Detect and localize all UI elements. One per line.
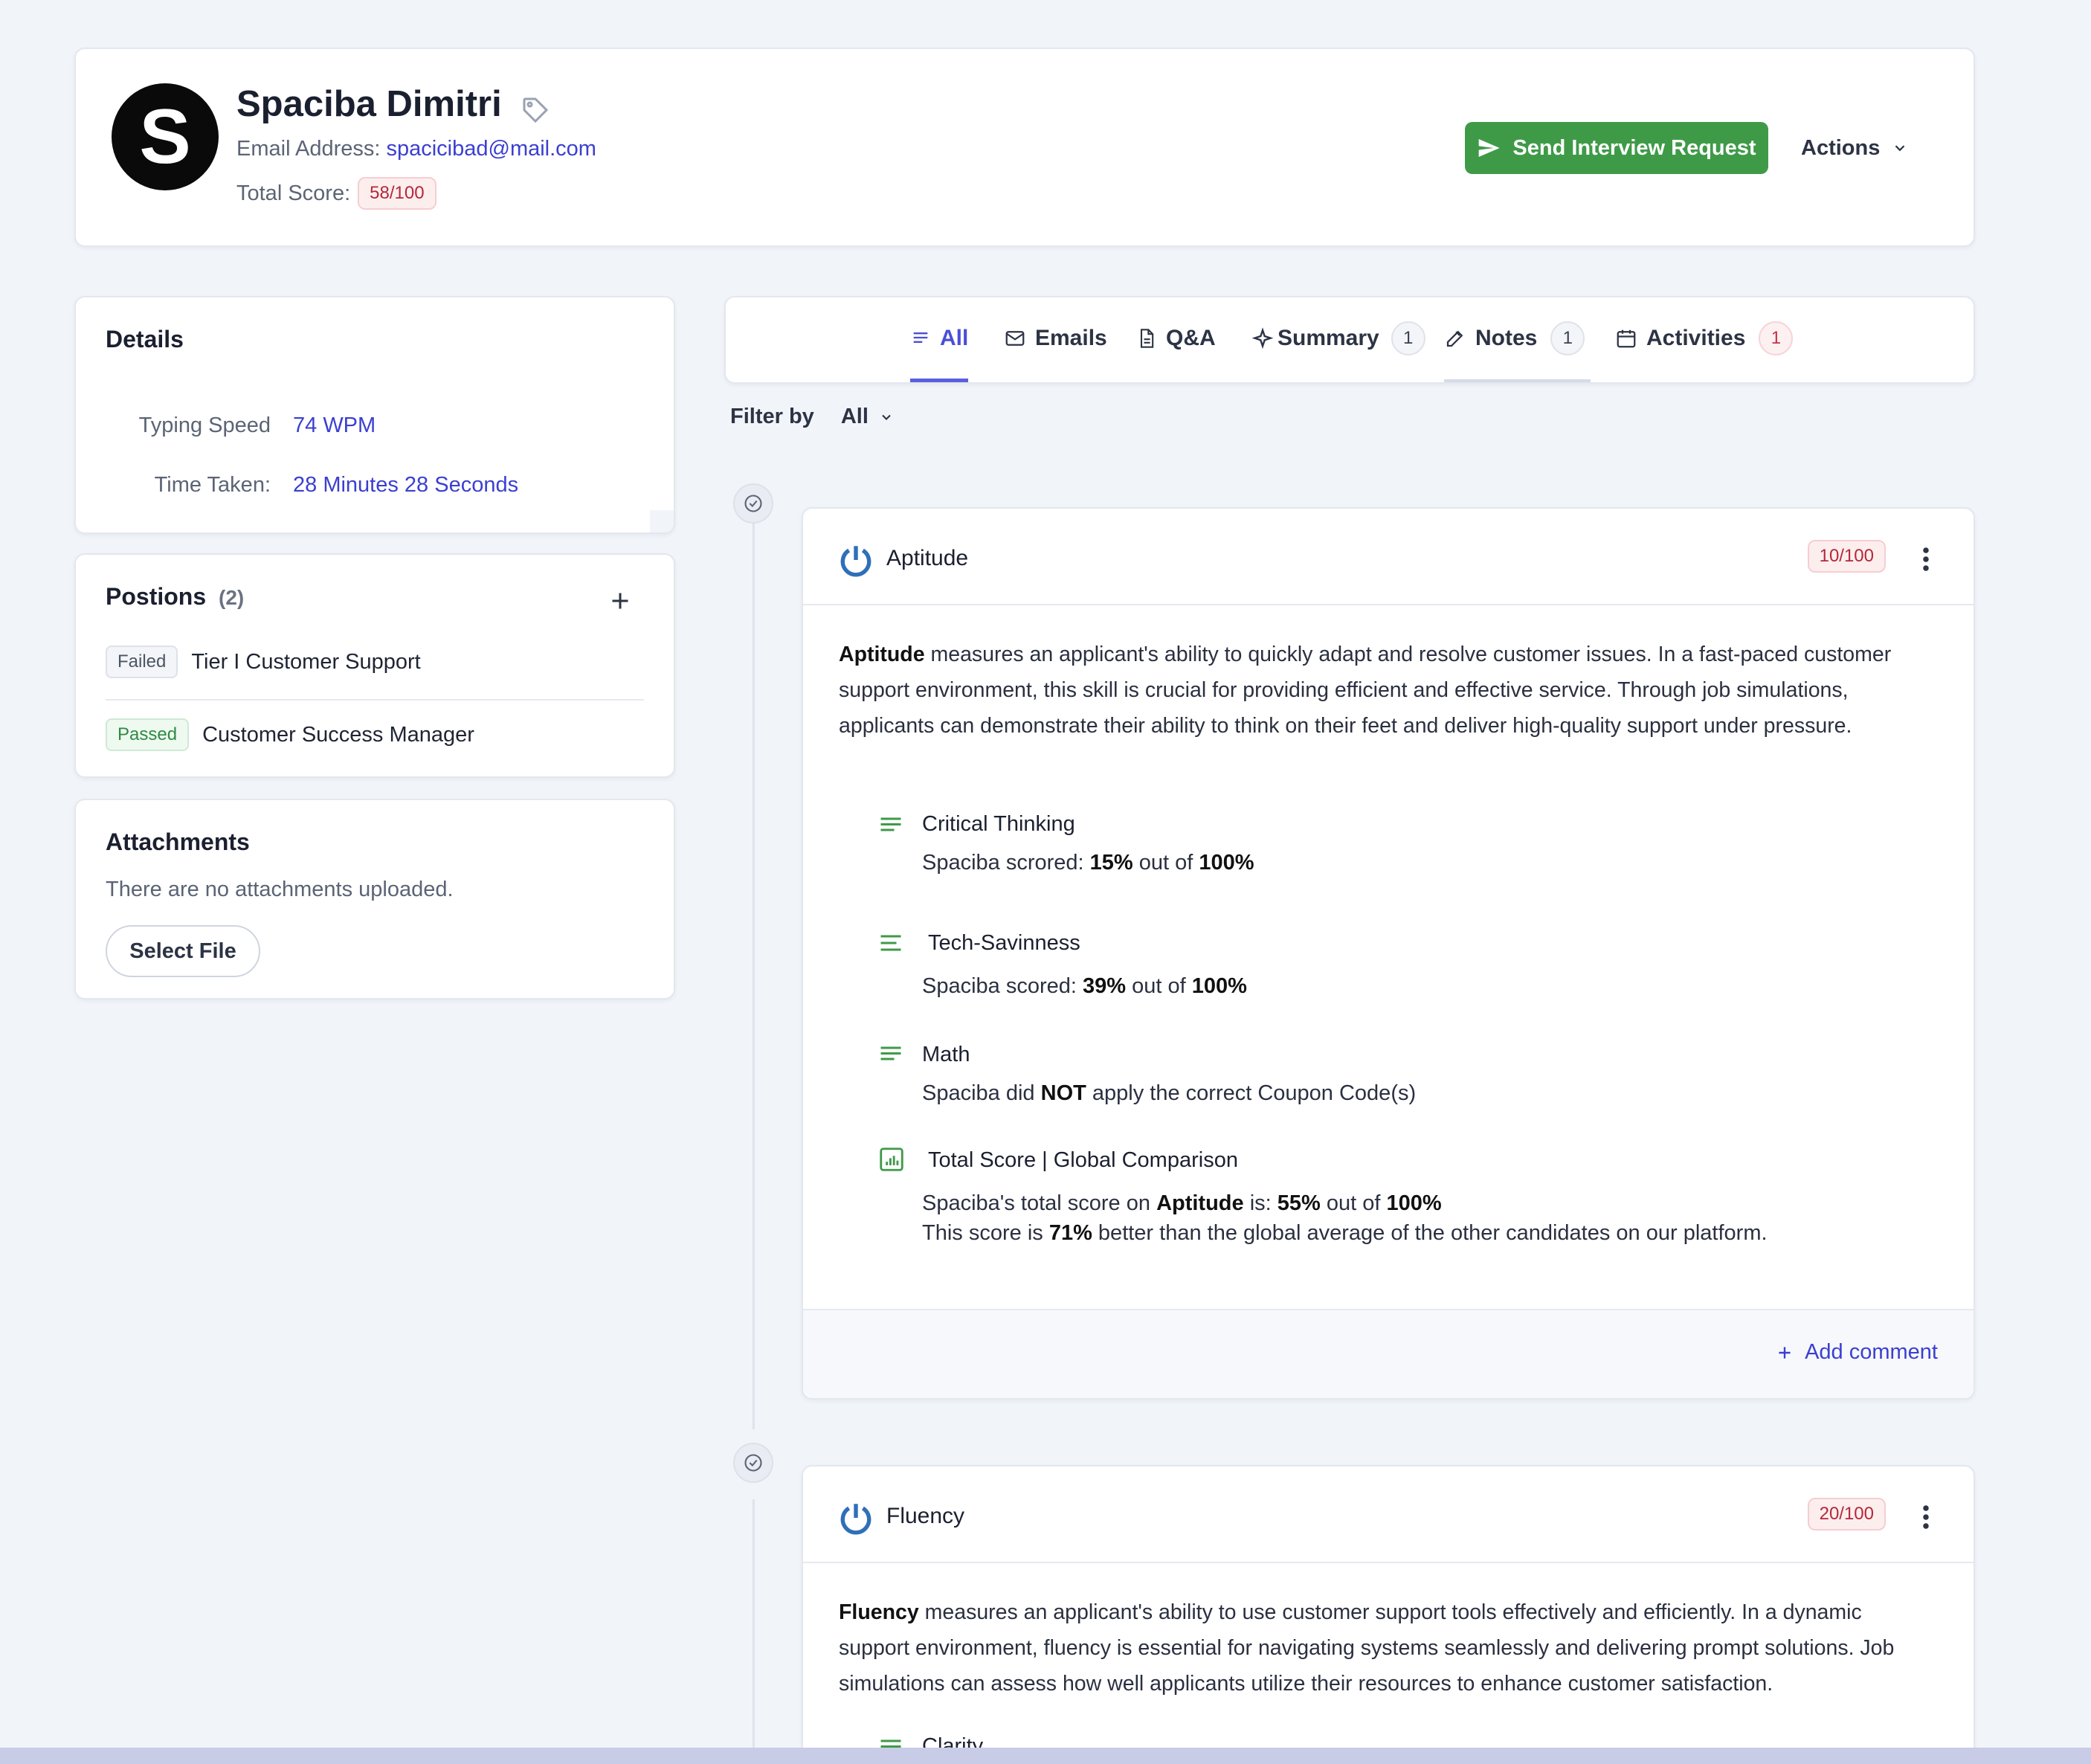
resize-handle[interactable] xyxy=(650,510,674,532)
aptitude-header: Aptitude 10/100 xyxy=(803,509,1974,605)
filter-bar: Filter by All xyxy=(730,405,894,429)
check-circle-icon xyxy=(744,1454,762,1472)
time-taken-label: Time Taken: xyxy=(154,473,271,497)
typing-speed-row: Typing Speed 74 WPM xyxy=(106,413,376,438)
bar-chart-icon xyxy=(880,1147,903,1171)
actions-label: Actions xyxy=(1801,135,1881,160)
power-icon xyxy=(840,546,871,577)
notes-count-badge: 1 xyxy=(1550,321,1585,355)
lines-icon xyxy=(880,817,901,831)
bottom-scroll-strip xyxy=(0,1748,2091,1764)
total-score-line: Spaciba's total score on Aptitude is: 55… xyxy=(922,1191,1442,1215)
filter-dropdown[interactable]: All xyxy=(841,405,894,429)
time-taken-row: Time Taken: 28 Minutes 28 Seconds xyxy=(106,473,518,498)
document-icon xyxy=(1140,329,1154,348)
tab-activities[interactable]: Activities 1 xyxy=(1615,321,1794,382)
position-item[interactable]: Passed Customer Success Manager xyxy=(106,718,474,751)
timeline-dot xyxy=(733,1443,773,1483)
fluency-score-badge: 20/100 xyxy=(1807,1498,1886,1530)
total-score-label: Total Score: xyxy=(236,181,351,205)
aptitude-score-badge: 10/100 xyxy=(1807,540,1886,573)
tab-summary[interactable]: Summary 1 xyxy=(1251,321,1425,382)
details-title: Details xyxy=(106,326,184,353)
candidate-header: S Spaciba Dimitri Email Address: spacici… xyxy=(74,48,1975,247)
timeline-dot xyxy=(733,483,773,524)
fluency-description: Fluency measures an applicant's ability … xyxy=(839,1600,1895,1696)
send-interview-request-label: Send Interview Request xyxy=(1512,135,1756,160)
global-comparison-line: This score is 71% better than the global… xyxy=(922,1221,1768,1245)
add-comment-button[interactable]: Add comment xyxy=(1775,1340,1938,1365)
metric-result: Spaciba scored: 39% out of 100% xyxy=(922,974,1247,998)
timeline-line xyxy=(753,1499,755,1752)
typing-speed-label: Typing Speed xyxy=(138,413,271,437)
timeline-line xyxy=(753,524,755,1429)
metric-title: Math xyxy=(922,1043,970,1066)
actions-dropdown[interactable]: Actions xyxy=(1801,129,1908,167)
send-interview-request-button[interactable]: Send Interview Request xyxy=(1465,122,1768,174)
power-icon xyxy=(840,1504,871,1535)
no-attachments-text: There are no attachments uploaded. xyxy=(106,878,454,901)
metric-title: Tech-Savinness xyxy=(928,931,1080,955)
list-icon xyxy=(913,332,928,343)
position-name: Tier I Customer Support xyxy=(191,649,421,674)
position-item[interactable]: Failed Tier I Customer Support xyxy=(106,646,421,678)
summary-count-badge: 1 xyxy=(1391,321,1425,355)
status-badge-passed: Passed xyxy=(106,718,190,751)
align-left-icon xyxy=(880,935,901,951)
fluency-title: Fluency xyxy=(886,1504,965,1528)
candidate-name: Spaciba Dimitri xyxy=(236,84,502,124)
attachments-title: Attachments xyxy=(106,828,250,855)
tab-emails[interactable]: Emails xyxy=(1004,326,1107,382)
positions-count: (2) xyxy=(219,586,245,609)
fluency-header: Fluency 20/100 xyxy=(803,1467,1974,1563)
metric-result: Spaciba scrored: 15% out of 100% xyxy=(922,851,1254,875)
email-label: Email Address: xyxy=(236,137,381,161)
select-file-button[interactable]: Select File xyxy=(106,925,260,977)
sparkle-icon xyxy=(1251,327,1274,350)
time-taken-value: 28 Minutes 28 Seconds xyxy=(293,473,519,497)
calendar-icon xyxy=(1617,329,1636,348)
typing-speed-value: 74 WPM xyxy=(293,413,376,437)
send-icon xyxy=(1479,139,1501,157)
divider xyxy=(106,699,644,701)
details-card: Details Typing Speed 74 WPM Time Taken: 28… xyxy=(74,296,675,534)
email-row: Email Address: spacicibad@mail.com xyxy=(236,137,596,161)
avatar: S xyxy=(112,83,219,190)
add-position-icon[interactable] xyxy=(607,588,634,614)
total-score-title: Total Score | Global Comparison xyxy=(928,1148,1238,1172)
status-badge-failed: Failed xyxy=(106,646,178,678)
aptitude-card: Aptitude 10/100 Aptitude measures an app… xyxy=(802,507,1975,1400)
more-vertical-icon[interactable] xyxy=(1921,1504,1930,1530)
lines-icon xyxy=(880,1046,901,1060)
mail-icon xyxy=(1005,331,1025,346)
total-score-row: Total Score: 58/100 xyxy=(236,177,436,210)
fluency-card: Fluency 20/100 Fluency measures an appli… xyxy=(802,1465,1975,1764)
tag-icon[interactable] xyxy=(521,95,550,125)
chevron-down-icon xyxy=(1895,145,1905,152)
tabs-bar: All Emails Q&A Summary 1 Notes 1 Activit… xyxy=(724,296,1975,384)
check-circle-icon xyxy=(744,495,762,512)
more-vertical-icon[interactable] xyxy=(1921,546,1930,573)
tab-all[interactable]: All xyxy=(910,326,969,382)
metric-title: Critical Thinking xyxy=(922,812,1075,836)
metric-result: Spaciba did NOT apply the correct Coupon… xyxy=(922,1081,1417,1105)
tab-qa[interactable]: Q&A xyxy=(1136,326,1216,382)
filter-label: Filter by xyxy=(730,405,814,428)
plus-icon xyxy=(1779,1346,1791,1359)
aptitude-title: Aptitude xyxy=(886,546,969,570)
aptitude-description: Aptitude measures an applicant's ability… xyxy=(839,643,1892,738)
chevron-down-icon xyxy=(882,414,891,420)
total-score-badge: 58/100 xyxy=(358,177,436,210)
comment-bar: Add comment xyxy=(803,1309,1974,1398)
attachments-card: Attachments There are no attachments upl… xyxy=(74,799,675,1000)
position-name: Customer Success Manager xyxy=(202,722,474,747)
positions-title: Postions (2) xyxy=(106,583,245,610)
email-link[interactable]: spacicibad@mail.com xyxy=(386,137,596,161)
positions-card: Postions (2) Failed Tier I Customer Supp… xyxy=(74,553,675,778)
activities-count-badge: 1 xyxy=(1759,321,1794,355)
pencil-icon xyxy=(1446,330,1463,347)
tab-notes[interactable]: Notes 1 xyxy=(1444,321,1591,382)
